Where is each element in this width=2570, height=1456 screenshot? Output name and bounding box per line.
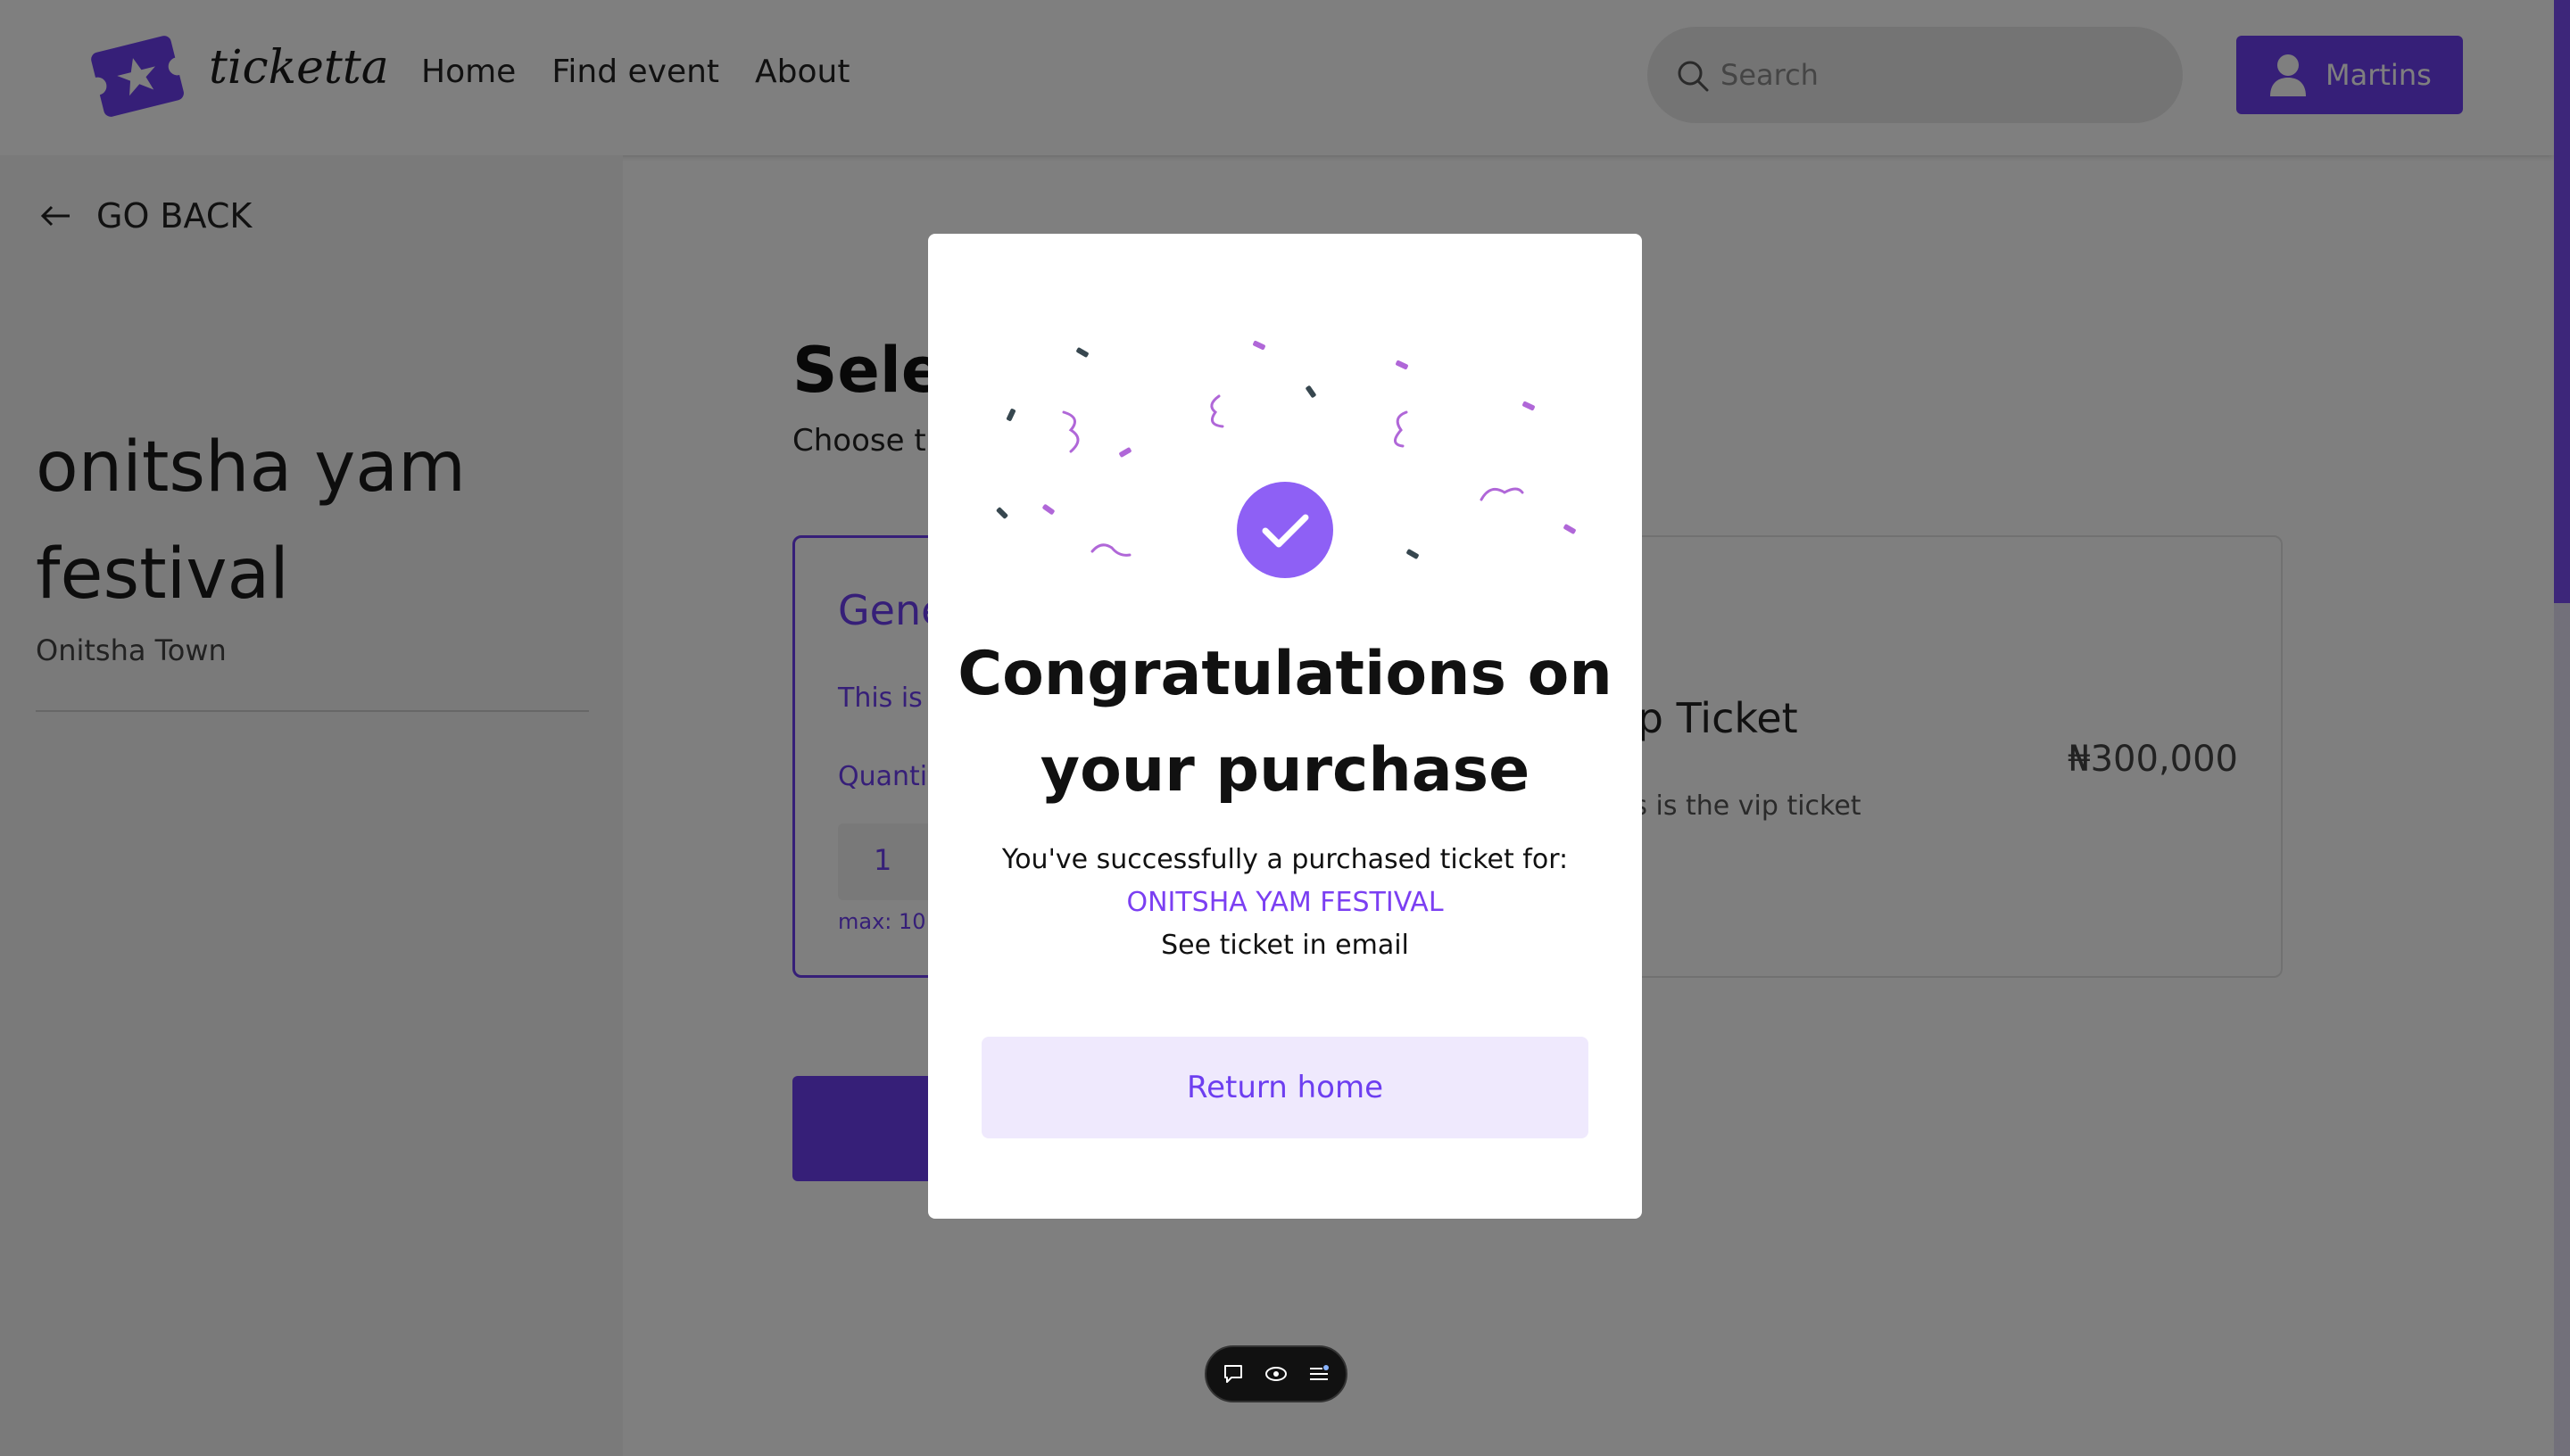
modal-heading: Congratulations on your purchase — [958, 639, 1612, 806]
comment-icon[interactable] — [1222, 1362, 1245, 1386]
menu-icon[interactable] — [1307, 1362, 1331, 1386]
floating-toolbar — [1205, 1345, 1347, 1402]
purchased-event-name: ONITSHA YAM FESTIVAL — [1126, 887, 1444, 918]
modal-message: You've successfully a purchased ticket f… — [928, 839, 1642, 967]
purchase-success-modal: Congratulations on your purchase You've … — [928, 234, 1642, 1219]
purchase-message: You've successfully a purchased ticket f… — [1001, 844, 1569, 875]
success-check-icon — [1237, 482, 1333, 578]
page-root: ticketta Home Find event About Martins — [0, 0, 2570, 1456]
eye-icon[interactable] — [1264, 1362, 1288, 1386]
return-home-button[interactable]: Return home — [982, 1037, 1588, 1138]
email-note: See ticket in email — [1161, 930, 1409, 961]
